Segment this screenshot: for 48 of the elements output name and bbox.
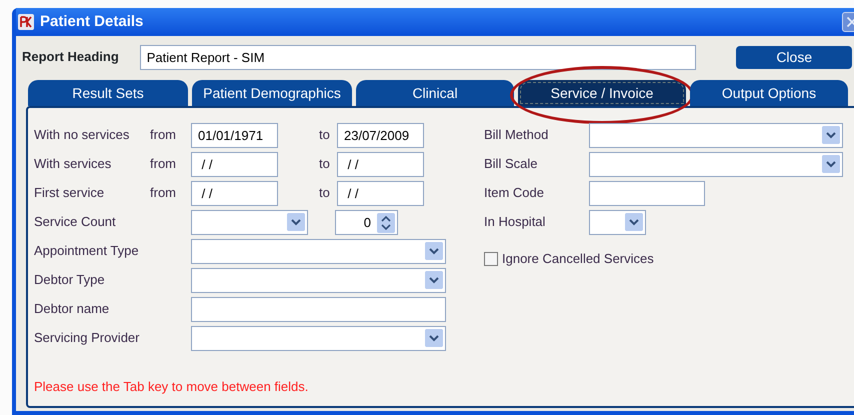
tab[interactable]: Clinical <box>356 80 514 106</box>
date-field[interactable]: / / <box>191 152 278 176</box>
field-label: from <box>150 126 177 144</box>
spin-field[interactable]: 0 <box>335 210 398 234</box>
field-label: Appointment Type <box>34 242 140 260</box>
dropdown-field[interactable] <box>191 238 446 264</box>
field-label: Item Code <box>484 184 545 202</box>
date-field[interactable]: 01/01/1971 <box>191 122 278 148</box>
field-label: Debtor name <box>34 300 110 318</box>
field-label: from <box>150 155 177 174</box>
date-field[interactable]: 23/07/2009 <box>337 122 424 148</box>
field-label: In Hospital <box>484 213 546 232</box>
date-field[interactable]: / / <box>191 180 278 206</box>
dropdown-field[interactable] <box>589 152 843 176</box>
field-label: Bill Method <box>484 126 550 144</box>
field-label: to <box>319 184 331 202</box>
field-label: Service Count <box>34 213 117 232</box>
field-label: Servicing Provider <box>34 329 140 348</box>
close-button[interactable]: Close <box>736 46 852 68</box>
checkbox[interactable] <box>484 252 498 266</box>
text-field[interactable] <box>589 180 705 206</box>
field-label: With no services <box>34 126 130 144</box>
field-label: to <box>319 126 331 144</box>
field-label: With services <box>34 155 112 174</box>
date-field[interactable]: / / <box>337 180 424 206</box>
report-heading-label: Report Heading <box>22 48 120 66</box>
window-title: Patient Details <box>40 12 144 32</box>
tab[interactable]: Patient Demographics <box>192 80 352 106</box>
tab[interactable]: Output Options <box>690 80 848 106</box>
field-label: Bill Scale <box>484 155 538 174</box>
dropdown-field[interactable] <box>589 210 646 234</box>
dropdown-field[interactable] <box>191 268 446 292</box>
dropdown-field[interactable] <box>191 210 308 234</box>
tab[interactable]: Service / Invoice <box>518 80 686 106</box>
field-label: First service <box>34 184 106 202</box>
report-heading-field[interactable]: Patient Report - SIM <box>140 44 696 70</box>
checkbox-label: Ignore Cancelled Services <box>502 250 654 268</box>
tab[interactable]: Result Sets <box>28 80 188 106</box>
field-label: Debtor Type <box>34 271 106 290</box>
field-label: from <box>150 184 177 202</box>
hint-text: Please use the Tab key to move between fields. <box>34 378 310 396</box>
dropdown-field[interactable] <box>191 326 446 350</box>
spinner-arrows-icon[interactable] <box>377 212 395 232</box>
dropdown-field[interactable] <box>589 122 843 148</box>
field-label: to <box>319 155 331 174</box>
text-field[interactable] <box>191 296 446 322</box>
app-logo-icon <box>18 14 34 30</box>
date-field[interactable]: / / <box>337 152 424 176</box>
